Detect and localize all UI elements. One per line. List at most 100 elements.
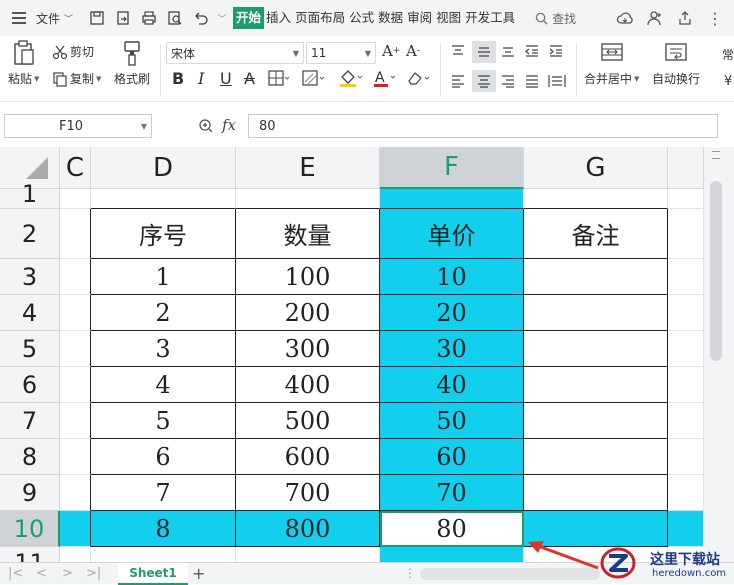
table-cell[interactable]: 5 <box>91 403 236 439</box>
vertical-scroll-thumb[interactable] <box>710 181 722 361</box>
borders-icon[interactable] <box>268 70 290 86</box>
decrease-font-icon[interactable]: A- <box>406 42 420 60</box>
print-preview-icon[interactable] <box>165 8 185 28</box>
sheet-tab-sheet1[interactable]: Sheet1 <box>118 563 188 585</box>
search-button[interactable]: 查找 <box>535 10 576 27</box>
table-cell[interactable]: 100 <box>236 259 380 295</box>
table-cell[interactable]: 60 <box>380 439 524 475</box>
cell-h7[interactable] <box>668 403 704 439</box>
export-icon[interactable] <box>113 8 133 28</box>
cell-h8[interactable] <box>668 439 704 475</box>
row-header-3[interactable]: 3 <box>0 259 60 295</box>
table-cell[interactable]: 7 <box>91 475 236 511</box>
table-cell[interactable] <box>524 367 668 403</box>
tab-page-layout[interactable]: 页面布局 <box>293 7 347 29</box>
tab-review[interactable]: 审阅 <box>405 7 434 29</box>
table-cell[interactable]: 3 <box>91 331 236 367</box>
cell-d1[interactable] <box>91 189 236 209</box>
hamburger-menu-icon[interactable] <box>12 12 28 24</box>
cell-c11[interactable] <box>60 547 91 562</box>
align-bottom-icon[interactable] <box>500 44 516 58</box>
increase-font-icon[interactable]: A + <box>382 42 400 60</box>
align-middle-icon[interactable] <box>472 41 496 63</box>
tab-insert[interactable]: 插入 <box>264 7 293 29</box>
table-cell[interactable]: 400 <box>236 367 380 403</box>
cell-c2[interactable] <box>60 209 91 259</box>
table-cell[interactable] <box>524 439 668 475</box>
decrease-indent-icon[interactable] <box>524 44 540 58</box>
row-header-6[interactable]: 6 <box>0 367 60 403</box>
cut-button[interactable]: 剪切 <box>52 43 94 60</box>
more-options-icon[interactable]: ⋮ <box>706 9 724 28</box>
row-header-4[interactable]: 4 <box>0 295 60 331</box>
name-box[interactable]: F10 ▼ <box>4 114 152 138</box>
cell-h4[interactable] <box>668 295 704 331</box>
font-name-select[interactable]: 宋体 ▼ <box>166 42 304 64</box>
format-painter-button[interactable]: 格式刷 <box>114 40 150 87</box>
number-format-label[interactable]: 常 <box>722 46 734 63</box>
cell-h9[interactable] <box>668 475 704 511</box>
table-cell[interactable]: 20 <box>380 295 524 331</box>
fill-pattern-icon[interactable] <box>302 70 326 86</box>
cell-c7[interactable] <box>60 403 91 439</box>
cell-c4[interactable] <box>60 295 91 331</box>
row-header-5[interactable]: 5 <box>0 331 60 367</box>
row-header-11[interactable]: 11 <box>0 547 60 562</box>
table-cell[interactable]: 30 <box>380 331 524 367</box>
italic-icon[interactable]: I <box>198 69 204 88</box>
tab-data[interactable]: 数据 <box>376 7 405 29</box>
distributed-align-icon[interactable] <box>548 74 566 88</box>
row-header-7[interactable]: 7 <box>0 403 60 439</box>
row-header-9[interactable]: 9 <box>0 475 60 511</box>
table-cell[interactable]: 4 <box>91 367 236 403</box>
cloud-sync-icon[interactable] <box>616 9 634 27</box>
table-cell[interactable]: 700 <box>236 475 380 511</box>
strikethrough-icon[interactable]: A <box>244 69 255 88</box>
font-color-icon[interactable]: A <box>372 68 398 88</box>
table-cell[interactable]: 200 <box>236 295 380 331</box>
table-cell[interactable]: 800 <box>236 511 380 547</box>
print-icon[interactable] <box>139 8 159 28</box>
currency-label[interactable]: ¥ <box>724 74 732 89</box>
row-header-2[interactable]: 2 <box>0 209 60 259</box>
copy-button[interactable]: 复制 ▼ <box>52 70 101 87</box>
cell-f11[interactable] <box>380 547 524 562</box>
table-header-cell[interactable]: 数量 <box>236 209 380 259</box>
increase-indent-icon[interactable] <box>548 44 564 58</box>
file-menu[interactable]: 文件 ﹀ <box>36 10 73 27</box>
undo-icon[interactable] <box>191 8 211 28</box>
last-sheet-icon[interactable]: >| <box>86 566 101 581</box>
table-header-cell[interactable]: 备注 <box>524 209 668 259</box>
table-cell[interactable]: 600 <box>236 439 380 475</box>
next-sheet-icon[interactable]: > <box>62 566 73 581</box>
table-cell[interactable]: 1 <box>91 259 236 295</box>
underline-icon[interactable]: U <box>220 69 232 88</box>
row-header-1[interactable]: 1 <box>0 180 60 209</box>
column-header-d[interactable]: D <box>91 147 236 189</box>
save-icon[interactable] <box>87 8 107 28</box>
zoom-icon[interactable] <box>198 118 214 134</box>
cell-c10[interactable] <box>60 511 91 547</box>
cell-h3[interactable] <box>668 259 704 295</box>
table-cell[interactable]: 2 <box>91 295 236 331</box>
add-sheet-icon[interactable]: + <box>192 564 205 583</box>
justify-icon[interactable] <box>524 74 540 88</box>
font-size-select[interactable]: 11 ▼ <box>306 42 376 64</box>
cell-h5[interactable] <box>668 331 704 367</box>
cell-h10[interactable] <box>668 511 704 547</box>
cell-c1[interactable] <box>60 189 91 209</box>
column-header-e[interactable]: E <box>236 147 380 189</box>
merge-center-button[interactable]: 合并居中 ▼ <box>584 42 639 87</box>
cell-e11[interactable] <box>236 547 380 562</box>
row-header-10[interactable]: 10 <box>0 511 60 547</box>
cell-d11[interactable] <box>91 547 236 562</box>
table-cell[interactable]: 6 <box>91 439 236 475</box>
table-cell[interactable] <box>524 295 668 331</box>
row-header-8[interactable]: 8 <box>0 439 60 475</box>
share-icon[interactable] <box>676 9 694 27</box>
cell-h2[interactable] <box>668 209 704 259</box>
cell-f1[interactable] <box>380 189 524 209</box>
align-top-icon[interactable] <box>450 44 466 58</box>
tab-formulas[interactable]: 公式 <box>347 7 376 29</box>
cell-c5[interactable] <box>60 331 91 367</box>
